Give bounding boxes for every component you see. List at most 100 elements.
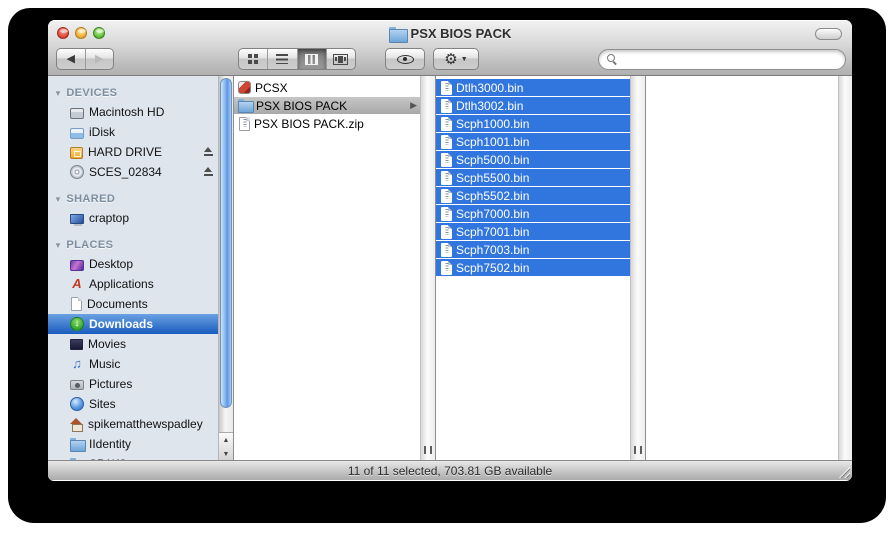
bin-file-icon	[441, 134, 452, 149]
column-1-scrollbar-track[interactable]	[420, 76, 435, 460]
forward-button[interactable]: ▶	[84, 49, 114, 69]
sidebar-item-sites[interactable]: Sites	[48, 394, 218, 414]
column-3-scrollbar-track[interactable]	[838, 76, 852, 460]
scroll-up-button[interactable]: ▲	[219, 433, 233, 447]
sidebar-scrollbar-buttons: ▲ ▼	[219, 432, 233, 460]
sidebar-item-music[interactable]: ♫ Music	[48, 354, 218, 374]
document-icon	[71, 297, 82, 311]
screenshot-stage: PSX BIOS PACK ◀ ▶ ⚙ ▼ ▼ DEVICES Macintos…	[0, 0, 896, 537]
sidebar-item-hard-drive[interactable]: HARD DRIVE	[48, 142, 218, 162]
music-icon: ♫	[72, 356, 82, 371]
file-row-scph1001-bin[interactable]: Scph1001.bin	[436, 133, 630, 150]
file-row-scph7000-bin[interactable]: Scph7000.bin	[436, 205, 630, 222]
sidebar-item-movies[interactable]: Movies	[48, 334, 218, 354]
bin-file-icon	[441, 188, 452, 203]
icon-view-button[interactable]	[239, 49, 267, 69]
scroll-down-button[interactable]: ▼	[219, 447, 233, 461]
sidebar-item-spikematthewspadley[interactable]: spikematthewspadley	[48, 414, 218, 434]
file-name: Scph1001.bin	[456, 134, 530, 149]
window-chrome: PSX BIOS PACK ◀ ▶ ⚙ ▼	[48, 20, 852, 76]
sidebar-item-label: Music	[89, 357, 121, 371]
file-row-pcsx[interactable]: PCSX	[234, 79, 420, 96]
internal-drive-icon	[70, 107, 84, 119]
column-1: PCSX PSX BIOS PACK ▶ PSX BIOS PACK.zip	[233, 76, 420, 460]
sidebar-section-header-shared[interactable]: ▼ SHARED	[48, 190, 218, 208]
sidebar-item-label: craptop	[89, 211, 130, 225]
sidebar-item-desktop[interactable]: Desktop	[48, 254, 218, 274]
disclosure-triangle-icon: ▼	[54, 194, 63, 204]
list-view-button[interactable]	[267, 49, 296, 69]
home-icon	[70, 417, 83, 432]
sidebar-item-label: Applications	[89, 277, 154, 291]
sidebar-item-macintosh-hd[interactable]: Macintosh HD	[48, 102, 218, 122]
file-name: Dtlh3000.bin	[456, 80, 524, 95]
eject-icon[interactable]	[203, 147, 214, 157]
sites-icon	[70, 397, 84, 411]
file-row-dtlh3000-bin[interactable]: Dtlh3000.bin	[436, 79, 630, 96]
sidebar-item-idisk[interactable]: iDisk	[48, 122, 218, 142]
file-name: Scph5500.bin	[456, 170, 530, 185]
list-view-icon	[276, 54, 289, 64]
sidebar-scrollbar-thumb[interactable]	[220, 78, 232, 408]
forward-icon: ▶	[95, 52, 104, 65]
sidebar-item-documents[interactable]: Documents	[48, 294, 218, 314]
sidebar-item-sces-02834[interactable]: SCES_02834	[48, 162, 218, 182]
sidebar-item-label: HARD DRIVE	[88, 145, 163, 159]
sidebar-item-applications[interactable]: A Applications	[48, 274, 218, 294]
column-3	[645, 76, 838, 460]
file-row-scph7003-bin[interactable]: Scph7003.bin	[436, 241, 630, 258]
file-row-psx-bios-pack-zip[interactable]: PSX BIOS PACK.zip	[234, 115, 420, 132]
sidebar-section-header-devices[interactable]: ▼ DEVICES	[48, 84, 218, 102]
file-name: PSX BIOS PACK.zip	[254, 116, 364, 131]
back-icon: ◀	[66, 52, 75, 65]
titlebar[interactable]: PSX BIOS PACK	[48, 20, 852, 46]
file-row-scph7001-bin[interactable]: Scph7001.bin	[436, 223, 630, 240]
file-name: Scph7502.bin	[456, 260, 530, 275]
search-field[interactable]	[598, 49, 846, 70]
eject-icon[interactable]	[203, 167, 214, 177]
file-row-dtlh3002-bin[interactable]: Dtlh3002.bin	[436, 97, 630, 114]
column-view-icon	[305, 53, 319, 65]
zip-file-icon	[239, 116, 250, 131]
sidebar-item-label: Desktop	[89, 257, 134, 271]
sidebar-item-label: Pictures	[89, 377, 133, 391]
sidebar-item-label: Movies	[88, 337, 127, 351]
column-view-button[interactable]	[296, 49, 326, 69]
bin-file-icon	[441, 242, 452, 257]
sidebar-scrollbar[interactable]: ▲ ▼	[218, 76, 233, 460]
file-name: Scph5000.bin	[456, 152, 530, 167]
disclosure-triangle-icon: ▼	[54, 88, 63, 98]
cover-flow-button[interactable]	[325, 49, 355, 69]
applications-icon: A	[72, 276, 82, 291]
back-button[interactable]: ◀	[57, 49, 85, 69]
toolbar-toggle-button[interactable]	[815, 28, 842, 40]
search-input[interactable]	[623, 52, 837, 67]
column-resize-handle[interactable]	[634, 446, 642, 454]
file-row-scph1000-bin[interactable]: Scph1000.bin	[436, 115, 630, 132]
sidebar-item-craptop[interactable]: craptop	[48, 208, 218, 228]
window-title: PSX BIOS PACK	[410, 26, 512, 41]
sidebar-item-pictures[interactable]: Pictures	[48, 374, 218, 394]
bin-file-icon	[441, 80, 452, 95]
sidebar-section-header-places[interactable]: ▼ PLACES	[48, 236, 218, 254]
desktop-icon	[70, 259, 84, 271]
resize-grip[interactable]	[837, 465, 850, 478]
icon-view-icon	[248, 54, 259, 64]
action-button[interactable]: ⚙ ▼	[433, 48, 479, 70]
downloads-icon: ↓	[70, 317, 84, 331]
column-resize-handle[interactable]	[424, 446, 432, 454]
sidebar-item-downloads[interactable]: ↓ Downloads	[48, 314, 218, 334]
sidebar-section-label: DEVICES	[66, 87, 118, 99]
column-2-scrollbar-track[interactable]	[630, 76, 645, 460]
quick-look-button[interactable]	[385, 48, 425, 70]
file-row-scph5500-bin[interactable]: Scph5500.bin	[436, 169, 630, 186]
sidebar-section-label: PLACES	[66, 239, 114, 251]
file-row-scph7502-bin[interactable]: Scph7502.bin	[436, 259, 630, 276]
file-row-psx-bios-pack[interactable]: PSX BIOS PACK ▶	[234, 97, 420, 114]
bin-file-icon	[441, 152, 452, 167]
sidebar-item-iidentity[interactable]: IIdentity	[48, 434, 218, 454]
sidebar-item-label: iDisk	[89, 125, 115, 139]
sidebar-item-label: Macintosh HD	[89, 105, 165, 119]
file-row-scph5502-bin[interactable]: Scph5502.bin	[436, 187, 630, 204]
file-row-scph5000-bin[interactable]: Scph5000.bin	[436, 151, 630, 168]
